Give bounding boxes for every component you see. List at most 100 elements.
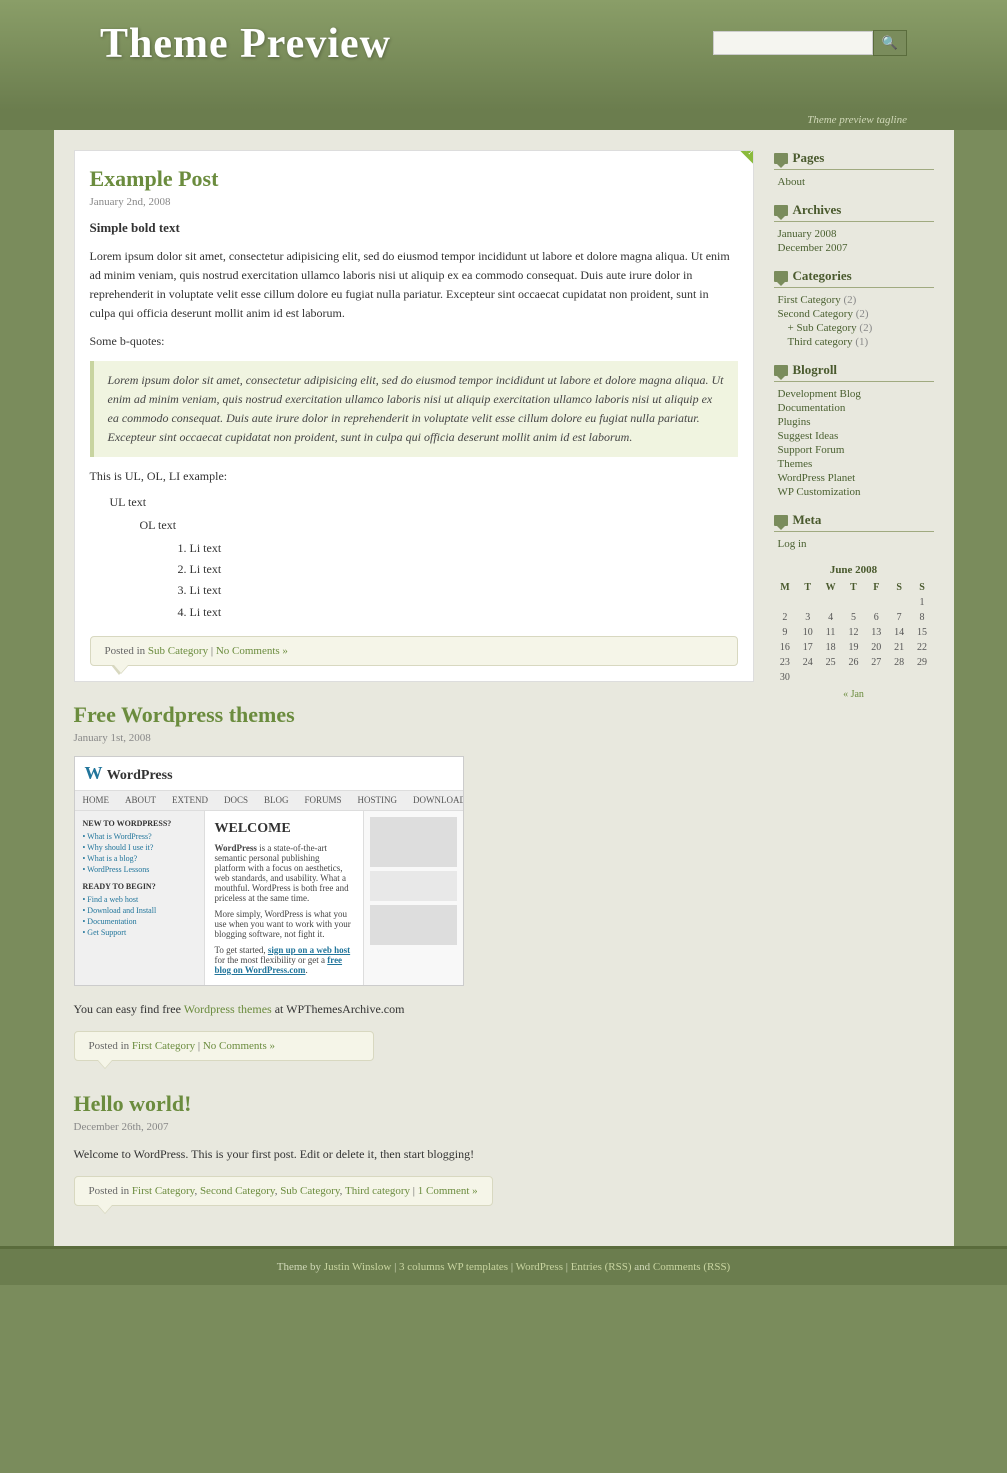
post-paragraph1: Lorem ipsum dolor sit amet, consectetur … [90,247,738,324]
sidebar-item-third-category: Third category (1) [778,336,934,348]
sidebar-item-themes: Themes [778,458,934,470]
post-footer-example: Posted in Sub Category | No Comments » [90,636,738,666]
footer-cat4-hello[interactable]: Third category [345,1185,410,1197]
calendar-body: 1 2 3 4 5 6 7 8 9 10 [774,595,934,685]
bquote-label: Some b-quotes: [90,332,738,351]
cal-th-f: F [865,580,888,595]
footer-link3[interactable]: WordPress [516,1261,563,1273]
footer-and: and [634,1261,653,1273]
meta-icon [774,515,788,526]
sidebar-blogroll: Blogroll Development Blog Documentation … [774,362,934,498]
footer: Theme by Justin Winslow | 3 columns WP t… [0,1246,1007,1285]
footer-link4[interactable]: Entries (RSS) [571,1261,632,1273]
li-list: Li text Li text Li text Li text [170,539,738,622]
footer-link5[interactable]: Comments (RSS) [653,1261,730,1273]
cal-th-m: M [774,580,797,595]
header: Theme Preview 🔍 [0,0,1007,110]
post-example: NEW! Example Post January 2nd, 2008 Simp… [74,150,754,682]
calendar-title: June 2008 [774,564,934,576]
list-item: Li text [190,539,738,558]
sidebar-item-login: Log in [778,538,934,550]
footer-category-link[interactable]: Sub Category [148,645,208,657]
post-title-example[interactable]: Example Post [90,166,738,192]
sidebar-item-wp-custom: WP Customization [778,486,934,498]
sidebar-calendar: June 2008 M T W T F S S [774,564,934,702]
cal-th-t1: T [796,580,819,595]
sidebar-archives: Archives January 2008 December 2007 [774,202,934,254]
post-paragraph-hello: Welcome to WordPress. This is your first… [74,1145,754,1164]
post-content-example: Simple bold text Lorem ipsum dolor sit a… [90,218,738,622]
post-title-hello[interactable]: Hello world! [74,1091,754,1117]
post-title-wp[interactable]: Free Wordpress themes [74,702,754,728]
footer-comments-hello[interactable]: 1 Comment » [418,1185,478,1197]
cal-row: 2 3 4 5 6 7 8 [774,610,934,625]
sidebar-item-sub-category: + Sub Category (2) [778,322,934,334]
sidebar-item-wp-planet: WordPress Planet [778,472,934,484]
list-item: Li text [190,581,738,600]
sidebar-item-plugins: Plugins [778,416,934,428]
footer-theme-by: Theme by [277,1261,321,1273]
calendar-prev[interactable]: « Jan [774,685,934,702]
sidebar-item-first-category: First Category (2) [778,294,934,306]
footer-cat3-hello[interactable]: Sub Category [280,1185,339,1197]
list-item: Li text [190,603,738,622]
blockquote: Lorem ipsum dolor sit amet, consectetur … [90,361,738,458]
footer-cat-link-wp[interactable]: First Category [132,1040,195,1052]
sidebar-item-dev-blog: Development Blog [778,388,934,400]
wrapper: NEW! Example Post January 2nd, 2008 Simp… [54,130,954,1246]
cal-row: 23 24 25 26 27 28 29 [774,655,934,670]
cal-row: 1 [774,595,934,610]
calendar-table: June 2008 M T W T F S S [774,564,934,702]
pages-list: About [774,176,934,188]
footer-comments-link-wp[interactable]: No Comments » [203,1040,275,1052]
archives-list: January 2008 December 2007 [774,228,934,254]
footer-cat2-hello[interactable]: Second Category [200,1185,275,1197]
sidebar-blogroll-heading: Blogroll [774,362,934,382]
footer-comments-link[interactable]: No Comments » [216,645,288,657]
meta-list: Log in [774,538,934,550]
post-date-example: January 2nd, 2008 [90,196,738,208]
cal-row: 16 17 18 19 20 21 22 [774,640,934,655]
cal-th-s1: S [888,580,911,595]
sidebar-pages-heading: Pages [774,150,934,170]
sidebar-item-about: About [778,176,934,188]
footer-author-link[interactable]: Justin Winslow [324,1261,392,1273]
footer-cat1-hello[interactable]: First Category [132,1185,195,1197]
search-input[interactable] [713,31,873,55]
tagline-bar: Theme preview tagline [0,110,1007,130]
post-date-hello: December 26th, 2007 [74,1121,754,1133]
categories-list: First Category (2) Second Category (2) +… [774,294,934,348]
ul-item: UL text [110,493,738,512]
sidebar-item-suggest: Suggest Ideas [778,430,934,442]
ol-item: OL text Li text Li text Li text Li text [110,516,738,622]
cal-row: 30 [774,670,934,685]
post-hello-world: Hello world! December 26th, 2007 Welcome… [74,1091,754,1206]
sidebar-meta-heading: Meta [774,512,934,532]
content-area: NEW! Example Post January 2nd, 2008 Simp… [54,130,954,1246]
list-container: UL text OL text Li text Li text Li text … [90,493,738,622]
blogroll-list: Development Blog Documentation Plugins S… [774,388,934,498]
sidebar-item-support: Support Forum [778,444,934,456]
wp-themes-link[interactable]: Wordpress themes [184,1002,272,1016]
search-button[interactable]: 🔍 [873,30,907,56]
sidebar-item-docs: Documentation [778,402,934,414]
sidebar-archives-heading: Archives [774,202,934,222]
sidebar-categories-heading: Categories [774,268,934,288]
sidebar-categories: Categories First Category (2) Second Cat… [774,268,934,348]
post-subheading: Simple bold text [90,218,738,239]
post-date-wp: January 1st, 2008 [74,732,754,744]
list-item: Li text [190,560,738,579]
search-form: 🔍 [713,30,907,56]
cal-th-w: W [819,580,842,595]
cal-th-t2: T [842,580,865,595]
footer-link2[interactable]: 3 columns WP templates [399,1261,508,1273]
archives-icon [774,205,788,216]
post-footer-hello: Posted in First Category, Second Categor… [74,1176,493,1206]
blogroll-icon [774,365,788,376]
sidebar-item-jan2008: January 2008 [778,228,934,240]
post-wp-themes: Free Wordpress themes January 1st, 2008 … [74,702,754,1061]
sidebar-item-second-category: Second Category (2) [778,308,934,320]
sidebar: Pages About Archives January 2008 Decemb… [774,150,934,1226]
pages-icon [774,153,788,164]
footer-prefix: Posted in [105,645,148,657]
